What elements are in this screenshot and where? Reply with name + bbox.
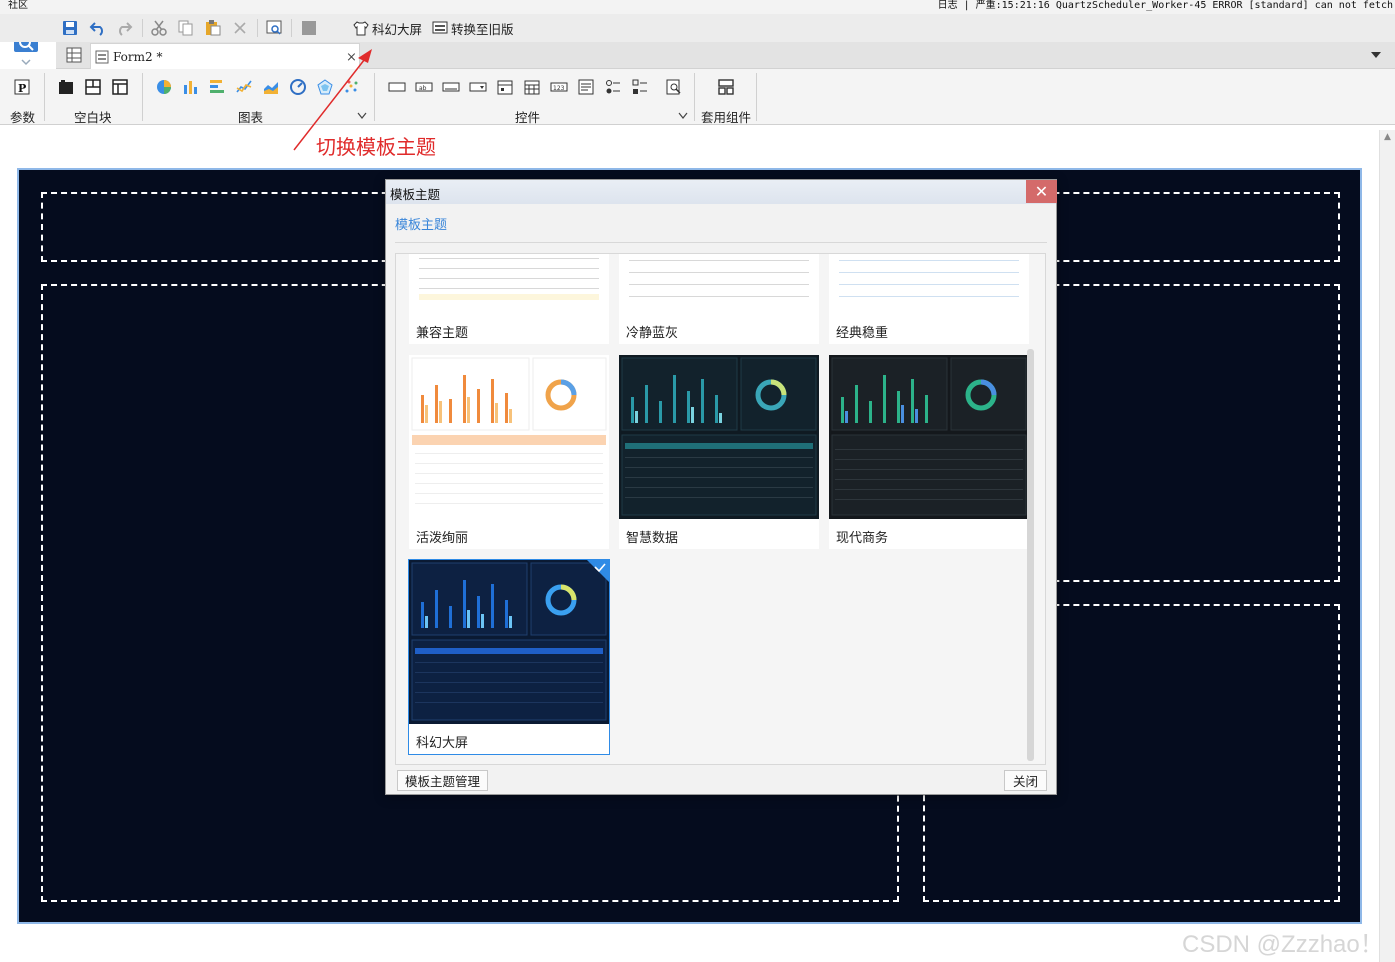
theme-name: 科幻大屏 xyxy=(416,736,469,751)
theme-name: 经典稳重 xyxy=(836,326,889,341)
theme-thumbnail-light xyxy=(829,254,1029,314)
watermark: CSDN @Zzzhao！ xyxy=(1182,931,1384,958)
dropdown-toggle-icon[interactable] xyxy=(1370,49,1382,64)
tab-form2[interactable]: Form2 * × xyxy=(90,43,360,69)
checkbox-group-icon[interactable] xyxy=(630,77,650,97)
theme-thumbnail-teal xyxy=(619,355,819,519)
tab-layout-icon[interactable] xyxy=(83,77,103,97)
tab-close-icon[interactable]: × xyxy=(346,50,357,65)
theme-thumbnail-light xyxy=(619,254,819,314)
paste-icon[interactable] xyxy=(203,18,223,38)
form-document-icon xyxy=(95,50,109,67)
theme-name: 智慧数据 xyxy=(626,531,679,546)
template-theme-dialog: 模板主题 ✕ 模板主题 兼容主题 冷静蓝灰 经典稳重 活泼绚丽 智慧数据 现代商… xyxy=(385,179,1057,795)
bar-chart-icon[interactable] xyxy=(181,77,201,97)
theme-name: 冷静蓝灰 xyxy=(626,326,679,341)
annotation-text: 切换模板主题 xyxy=(316,135,436,159)
gauge-chart-icon[interactable] xyxy=(288,77,308,97)
theme-list-scrollbar[interactable] xyxy=(1027,349,1034,761)
scifi-screen-button[interactable]: 科幻大屏 xyxy=(353,18,422,38)
parameter-icon[interactable]: P xyxy=(12,77,32,97)
date-control-icon[interactable] xyxy=(495,77,515,97)
theme-card[interactable]: 冷静蓝灰 xyxy=(619,254,819,344)
component-suite-icon[interactable] xyxy=(716,77,736,97)
theme-card-selected[interactable]: 科幻大屏 xyxy=(408,559,610,755)
group-suite-label: 套用组件 xyxy=(701,110,752,125)
undo-icon[interactable] xyxy=(88,18,108,38)
close-button[interactable]: 关闭 xyxy=(1004,770,1047,791)
area-chart-icon[interactable] xyxy=(261,77,281,97)
dialog-title: 模板主题 xyxy=(390,187,441,202)
redo-icon[interactable] xyxy=(114,18,134,38)
pie-chart-icon[interactable] xyxy=(154,77,174,97)
save-icon[interactable] xyxy=(60,18,80,38)
report-grid-icon[interactable] xyxy=(66,47,82,66)
theme-card[interactable]: 兼容主题 xyxy=(409,254,609,344)
number-control-icon[interactable]: 123 xyxy=(549,77,569,97)
main-toolbar: 科幻大屏 转换至旧版 xyxy=(0,14,1395,42)
canvas-vertical-scrollbar[interactable]: ▲ xyxy=(1379,130,1395,962)
tab-bar: Form2 * × xyxy=(56,42,1395,69)
widget-ribbon: P 参数 空白块 图表 ab 123 控件 套用组件 xyxy=(0,69,1395,125)
theme-list-panel: 兼容主题 冷静蓝灰 经典稳重 活泼绚丽 智慧数据 现代商务 科幻大屏 xyxy=(395,253,1046,765)
svg-text:P: P xyxy=(18,82,26,95)
svg-text:123: 123 xyxy=(553,85,565,92)
theme-name: 现代商务 xyxy=(836,531,889,546)
control-more-chevron-icon[interactable] xyxy=(678,109,688,123)
preview-icon[interactable] xyxy=(264,18,284,38)
dropdown-control-icon[interactable] xyxy=(468,77,488,97)
group-blank-label: 空白块 xyxy=(74,110,112,125)
horizontal-bar-icon[interactable] xyxy=(207,77,227,97)
calendar-control-icon[interactable] xyxy=(522,77,542,97)
scatter-chart-icon[interactable] xyxy=(342,77,362,97)
convert-old-button[interactable]: 转换至旧版 xyxy=(432,18,514,38)
label-control-icon[interactable] xyxy=(441,77,461,97)
line-chart-icon[interactable] xyxy=(234,77,254,97)
text-control-icon[interactable]: ab xyxy=(414,77,434,97)
theme-thumbnail-blue xyxy=(409,560,609,724)
theme-name: 兼容主题 xyxy=(416,326,469,341)
group-param-label: 参数 xyxy=(10,110,36,125)
theme-thumbnail-orange xyxy=(409,355,609,519)
status-bar: 社区 日志 | 严重:15:21:16 QuartzScheduler_Work… xyxy=(0,0,1395,14)
community-link[interactable]: 社区 xyxy=(8,0,28,12)
group-chart-label: 图表 xyxy=(238,110,264,125)
theme-card[interactable]: 活泼绚丽 xyxy=(409,355,609,549)
theme-thumbnail-green xyxy=(829,355,1029,519)
theme-card[interactable]: 经典稳重 xyxy=(829,254,1029,344)
scroll-up-icon[interactable]: ▲ xyxy=(1384,132,1391,142)
dialog-titlebar[interactable]: 模板主题 ✕ xyxy=(386,180,1057,204)
delete-icon[interactable] xyxy=(230,18,250,38)
copy-icon[interactable] xyxy=(176,18,196,38)
manage-themes-button[interactable]: 模板主题管理 xyxy=(397,770,488,791)
log-message[interactable]: 日志 | 严重:15:21:16 QuartzScheduler_Worker-… xyxy=(938,0,1393,12)
section-tab-template-theme[interactable]: 模板主题 xyxy=(395,214,447,233)
theme-thumbnail-light xyxy=(409,254,609,314)
button-control-icon[interactable] xyxy=(387,77,407,97)
blank-block-icon[interactable] xyxy=(56,77,76,97)
theme-name: 活泼绚丽 xyxy=(416,531,469,546)
svg-text:ab: ab xyxy=(419,85,427,92)
radio-group-icon[interactable] xyxy=(603,77,623,97)
cut-icon[interactable] xyxy=(149,18,169,38)
convert-icon xyxy=(432,21,448,34)
shirt-icon xyxy=(353,21,369,36)
convert-old-label: 转换至旧版 xyxy=(451,21,514,37)
group-control-label: 控件 xyxy=(515,110,541,125)
radar-chart-icon[interactable] xyxy=(315,77,335,97)
template-icon[interactable] xyxy=(299,18,319,38)
scifi-screen-label: 科幻大屏 xyxy=(372,21,423,37)
theme-card[interactable]: 现代商务 xyxy=(829,355,1029,549)
chart-more-chevron-icon[interactable] xyxy=(357,109,367,123)
dialog-close-icon[interactable]: ✕ xyxy=(1026,180,1057,203)
tab-form2-label: Form2 * xyxy=(113,49,163,64)
query-control-icon[interactable] xyxy=(664,77,684,97)
absolute-layout-icon[interactable] xyxy=(110,77,130,97)
theme-card[interactable]: 智慧数据 xyxy=(619,355,819,549)
textarea-control-icon[interactable] xyxy=(576,77,596,97)
